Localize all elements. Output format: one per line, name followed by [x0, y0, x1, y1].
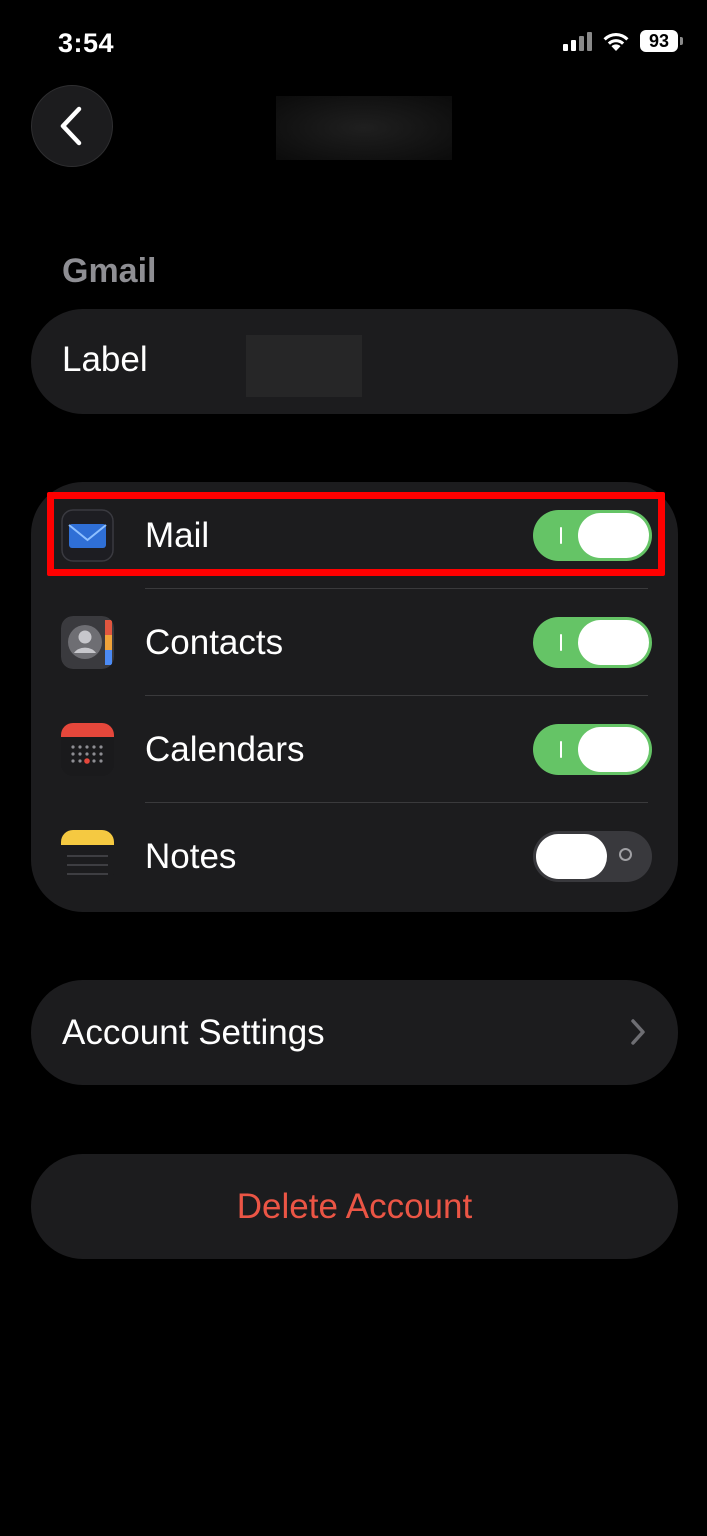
account-settings-row[interactable]: Account Settings — [31, 980, 678, 1085]
nav-title-redacted — [276, 96, 452, 160]
label-title: Label — [62, 340, 148, 379]
section-header: Gmail — [62, 252, 157, 290]
delete-account-label: Delete Account — [236, 1187, 473, 1226]
service-row-calendars: Calendars — [31, 696, 678, 803]
service-row-contacts: Contacts — [31, 589, 678, 696]
service-row-notes: Notes — [31, 803, 678, 910]
service-label: Notes — [145, 837, 237, 876]
mail-row-highlight — [47, 492, 665, 576]
back-button[interactable] — [31, 85, 113, 167]
label-row[interactable]: Label — [31, 309, 678, 414]
wifi-icon — [603, 32, 629, 51]
service-label: Calendars — [145, 730, 305, 769]
contacts-toggle[interactable] — [533, 617, 652, 668]
delete-account-button[interactable]: Delete Account — [31, 1154, 678, 1259]
battery-icon: 93 — [640, 30, 683, 52]
chevron-left-icon — [60, 106, 82, 146]
chevron-right-icon — [631, 1019, 645, 1045]
account-settings-label: Account Settings — [62, 1013, 325, 1052]
notes-toggle[interactable] — [533, 831, 652, 882]
status-icons: 93 — [563, 30, 683, 52]
status-time: 3:54 — [58, 28, 115, 58]
calendar-icon — [61, 723, 114, 776]
notes-icon — [61, 830, 114, 883]
service-label: Contacts — [145, 623, 284, 662]
label-value-redacted — [246, 335, 362, 397]
contacts-icon — [61, 616, 114, 669]
cellular-signal-icon — [563, 31, 592, 51]
calendars-toggle[interactable] — [533, 724, 652, 775]
battery-level: 93 — [640, 30, 678, 52]
